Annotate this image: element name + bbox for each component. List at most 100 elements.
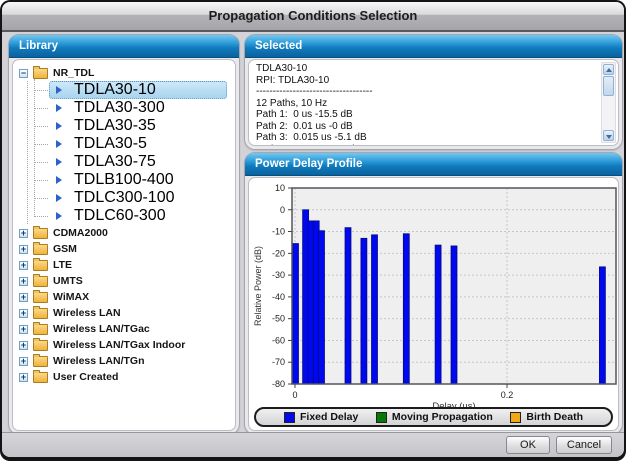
tree-item-cdma2000[interactable]: + CDMA2000 [13, 225, 235, 241]
tree-item-nr-tdl[interactable]: − NR_TDL [13, 65, 235, 81]
legend-item-moving-propagation: Moving Propagation [376, 411, 493, 423]
folder-icon [33, 276, 48, 287]
y-tick-label: -20 [272, 248, 285, 258]
x-tick-label: 0.2 [501, 390, 514, 400]
library-panel: Library −NR_TDLTDLA30-10TDLA30-300TDLA30… [9, 35, 239, 434]
library-panel-header: Library [9, 35, 239, 58]
pdp-bar [435, 245, 441, 384]
tree-item-label: TDLC60-300 [74, 207, 166, 225]
y-tick-label: -10 [272, 227, 285, 237]
selected-scrollbar[interactable] [601, 62, 616, 143]
folder-icon [33, 356, 48, 367]
pdp-legend: Fixed Delay Moving Propagation Birth Death [254, 407, 613, 427]
title-bar[interactable]: Propagation Conditions Selection [2, 2, 624, 32]
leaf-arrow-icon [56, 104, 68, 112]
tree-item-wireless-lan-tgac[interactable]: + Wireless LAN/TGac [13, 321, 235, 337]
y-axis-label: Relative Power (dB) [253, 246, 263, 326]
folder-icon [33, 228, 48, 239]
pdp-bar [293, 244, 299, 384]
selected-panel-body: TDLA30-10 RPI: TDLA30-10 ---------------… [248, 59, 619, 146]
leaf-arrow-icon [56, 122, 68, 130]
library-panel-title: Library [9, 35, 239, 57]
tree-item-umts[interactable]: + UMTS [13, 273, 235, 289]
y-tick-label: -50 [272, 314, 285, 324]
folder-icon [33, 244, 48, 255]
tree-item-label: TDLA30-75 [74, 153, 156, 171]
ok-button[interactable]: OK [506, 436, 550, 454]
folder-icon [33, 340, 48, 351]
tree-item-label: UMTS [53, 275, 83, 287]
folder-icon [33, 308, 48, 319]
legend-item-birth-death: Birth Death [510, 411, 583, 423]
tree-item-tdlc300-100[interactable]: TDLC300-100 [49, 189, 227, 207]
tree-item-wireless-lan-tgax-indoor[interactable]: + Wireless LAN/TGax Indoor [13, 337, 235, 353]
scroll-thumb[interactable] [603, 76, 614, 96]
tree-item-label: WiMAX [53, 291, 89, 303]
dialog-title: Propagation Conditions Selection [209, 8, 418, 23]
tree-item-label: LTE [53, 259, 72, 271]
pdp-panel-header: Power Delay Profile [245, 153, 622, 176]
expand-icon[interactable]: + [19, 261, 28, 270]
legend-swatch-icon [284, 412, 295, 423]
expand-icon[interactable]: + [19, 373, 28, 382]
selected-panel-header: Selected [245, 35, 622, 58]
tree-item-label: CDMA2000 [53, 227, 108, 239]
expand-icon[interactable]: + [19, 277, 28, 286]
scroll-up-button[interactable] [603, 64, 614, 75]
legend-label: Moving Propagation [392, 411, 493, 423]
expand-icon[interactable]: + [19, 309, 28, 318]
pdp-bar [345, 228, 351, 384]
y-tick-label: -30 [272, 270, 285, 280]
scroll-down-button[interactable] [603, 130, 614, 141]
cancel-button[interactable]: Cancel [556, 436, 612, 454]
tree-item-label: TDLA30-5 [74, 135, 147, 153]
leaf-arrow-icon [56, 140, 68, 148]
expand-icon[interactable]: + [19, 229, 28, 238]
pdp-bar [361, 238, 367, 384]
leaf-arrow-icon [56, 86, 68, 94]
pdp-bar [372, 235, 378, 384]
tree-item-tdlb100-400[interactable]: TDLB100-400 [49, 171, 227, 189]
tree-item-tdla30-5[interactable]: TDLA30-5 [49, 135, 227, 153]
folder-icon [33, 260, 48, 271]
tree-item-wireless-lan[interactable]: + Wireless LAN [13, 305, 235, 321]
tree-item-tdla30-300[interactable]: TDLA30-300 [49, 99, 227, 117]
expand-icon[interactable]: + [19, 341, 28, 350]
tree-item-lte[interactable]: + LTE [13, 257, 235, 273]
expand-icon[interactable]: + [19, 325, 28, 334]
expand-icon[interactable]: + [19, 357, 28, 366]
legend-swatch-icon [510, 412, 521, 423]
tree-item-wireless-lan-tgn[interactable]: + Wireless LAN/TGn [13, 353, 235, 369]
tree-item-label: Wireless LAN/TGn [53, 355, 145, 367]
collapse-icon[interactable]: − [19, 69, 28, 78]
tree-item-tdla30-10[interactable]: TDLA30-10 [49, 81, 227, 99]
expand-icon[interactable]: + [19, 293, 28, 302]
tree-item-label: Wireless LAN [53, 307, 121, 319]
tree-item-tdla30-75[interactable]: TDLA30-75 [49, 153, 227, 171]
tree-item-label: Wireless LAN/TGac [53, 323, 150, 335]
tree-item-tdla30-35[interactable]: TDLA30-35 [49, 117, 227, 135]
pdp-bar [319, 231, 325, 384]
pdp-panel-title: Power Delay Profile [245, 153, 622, 175]
leaf-arrow-icon [56, 194, 68, 202]
x-tick-label: 0 [292, 390, 297, 400]
tree-item-label: TDLC300-100 [74, 189, 175, 207]
leaf-arrow-icon [56, 176, 68, 184]
legend-label: Birth Death [526, 411, 583, 423]
y-tick-label: -80 [272, 379, 285, 389]
tree-item-tdlc60-300[interactable]: TDLC60-300 [49, 207, 227, 225]
tree-item-label: TDLA30-35 [74, 117, 156, 135]
tree-item-user-created[interactable]: +User Created [13, 369, 235, 385]
tree-item-label: NR_TDL [53, 67, 94, 79]
legend-label: Fixed Delay [300, 411, 358, 423]
tree-item-label: Wireless LAN/TGax Indoor [53, 339, 185, 351]
pdp-chart-area: 100-10-20-30-40-50-60-70-8000.2Delay (us… [249, 178, 618, 430]
library-tree[interactable]: −NR_TDLTDLA30-10TDLA30-300TDLA30-35TDLA3… [13, 60, 235, 430]
tree-item-wimax[interactable]: + WiMAX [13, 289, 235, 305]
folder-icon [33, 292, 48, 303]
expand-icon[interactable]: + [19, 245, 28, 254]
dialog-body: Propagation Conditions Selection Library… [2, 2, 624, 457]
y-tick-label: -60 [272, 335, 285, 345]
tree-item-gsm[interactable]: +GSM [13, 241, 235, 257]
leaf-arrow-icon [56, 212, 68, 220]
